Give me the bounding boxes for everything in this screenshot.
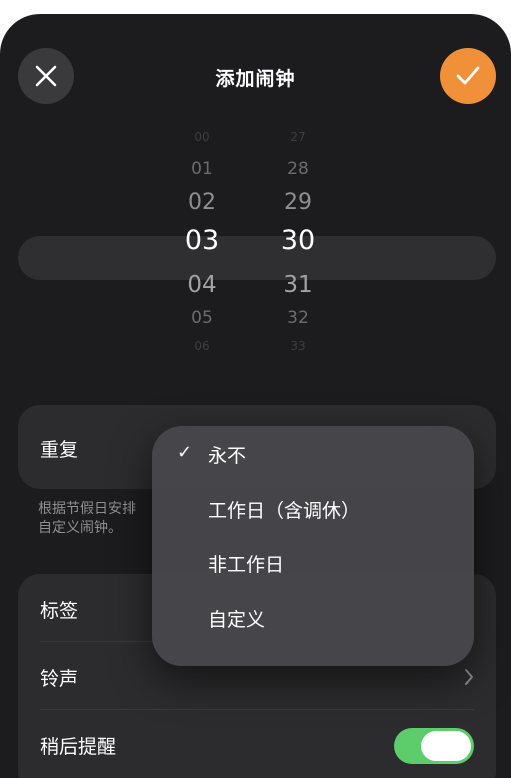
minute-option[interactable]: 28 [258, 159, 338, 179]
label-row-title: 标签 [40, 600, 79, 622]
snooze-row: 稍后提醒 [18, 710, 496, 778]
page-title: 添加闹钟 [215, 68, 296, 90]
menu-item-non-workdays[interactable]: 非工作日 [152, 535, 474, 589]
add-alarm-sheet: 添加闹钟 00 01 02 03 04 05 06 27 28 29 30 31… [0, 14, 511, 778]
snooze-row-title: 稍后提醒 [40, 736, 117, 758]
minute-option[interactable]: 29 [258, 190, 338, 215]
minute-option-selected[interactable]: 30 [258, 225, 338, 256]
time-picker-selection-band [18, 236, 496, 280]
snooze-toggle[interactable] [394, 728, 474, 764]
menu-item-label: 自定义 [208, 609, 266, 631]
menu-item-label: 非工作日 [208, 554, 285, 576]
hour-option[interactable]: 04 [162, 272, 242, 298]
repeat-label: 重复 [40, 439, 79, 461]
hour-option[interactable]: 06 [162, 339, 242, 353]
menu-item-label: 永不 [208, 445, 247, 467]
hour-option[interactable]: 05 [162, 308, 242, 328]
hour-option[interactable]: 00 [162, 130, 242, 144]
chevron-right-icon [465, 669, 473, 685]
hour-option-selected[interactable]: 03 [162, 225, 242, 256]
toggle-knob [421, 731, 471, 761]
minute-option[interactable]: 27 [258, 130, 338, 144]
repeat-options-menu: ✓ 永不 工作日（含调休） 非工作日 自定义 [152, 426, 474, 666]
menu-item-never[interactable]: ✓ 永不 [152, 426, 474, 480]
checkmark-icon: ✓ [177, 442, 193, 463]
minute-option[interactable]: 31 [258, 272, 338, 298]
minute-option[interactable]: 33 [258, 339, 338, 353]
minute-option[interactable]: 32 [258, 308, 338, 328]
menu-item-label: 工作日（含调休） [208, 500, 361, 522]
checkmark-icon [456, 66, 480, 85]
hour-option[interactable]: 02 [162, 190, 242, 215]
ringtone-row-title: 铃声 [40, 668, 79, 690]
confirm-button[interactable] [440, 48, 496, 104]
hour-option[interactable]: 01 [162, 159, 242, 179]
menu-item-workdays[interactable]: 工作日（含调休） [152, 481, 474, 535]
menu-item-custom[interactable]: 自定义 [152, 590, 474, 644]
